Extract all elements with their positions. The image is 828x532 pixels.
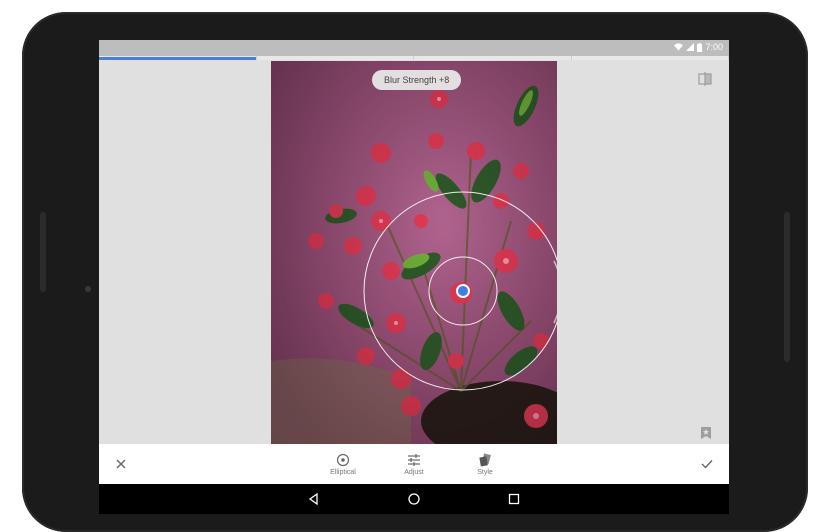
battery-icon [697, 42, 703, 52]
elliptical-label: Elliptical [330, 468, 356, 476]
elliptical-icon [336, 453, 350, 466]
system-nav-bar [99, 484, 729, 514]
adjust-button[interactable]: Adjust [394, 444, 434, 484]
tab-indicator-bar [99, 56, 729, 60]
tab-3[interactable] [414, 56, 572, 60]
style-icon [479, 452, 491, 466]
style-button[interactable]: Style [465, 444, 505, 484]
cancel-button[interactable] [109, 444, 133, 484]
compare-icon[interactable] [698, 72, 712, 86]
volume-buttons [784, 212, 790, 362]
screen: 7:00 Blur Strength +8 Elliptical Adjust … [99, 40, 729, 514]
bottom-toolbar: Elliptical Adjust Style [99, 444, 729, 484]
tab-2[interactable] [257, 56, 414, 60]
recents-icon[interactable] [506, 491, 522, 507]
back-icon[interactable] [306, 491, 322, 507]
status-time: 7:00 [705, 42, 723, 52]
tab-4[interactable] [572, 56, 729, 60]
wifi-icon [674, 43, 684, 51]
adjust-icon [408, 453, 420, 466]
flower-photo [271, 61, 557, 444]
adjust-label: Adjust [404, 468, 424, 476]
bookmark-icon[interactable] [700, 426, 712, 440]
tab-1[interactable] [99, 56, 257, 60]
front-camera [85, 286, 91, 292]
blur-center-handle[interactable] [456, 284, 470, 298]
left-side-detail [40, 212, 46, 292]
apply-button[interactable] [695, 444, 719, 484]
blur-strength-label: Blur Strength +8 [372, 70, 462, 90]
check-icon [701, 460, 713, 469]
signal-icon [686, 43, 695, 51]
elliptical-button[interactable]: Elliptical [323, 444, 363, 484]
photo-canvas[interactable]: Blur Strength +8 [271, 61, 557, 444]
status-bar: 7:00 [99, 40, 729, 56]
close-icon [116, 459, 126, 469]
home-icon[interactable] [406, 491, 422, 507]
style-label: Style [477, 468, 493, 476]
